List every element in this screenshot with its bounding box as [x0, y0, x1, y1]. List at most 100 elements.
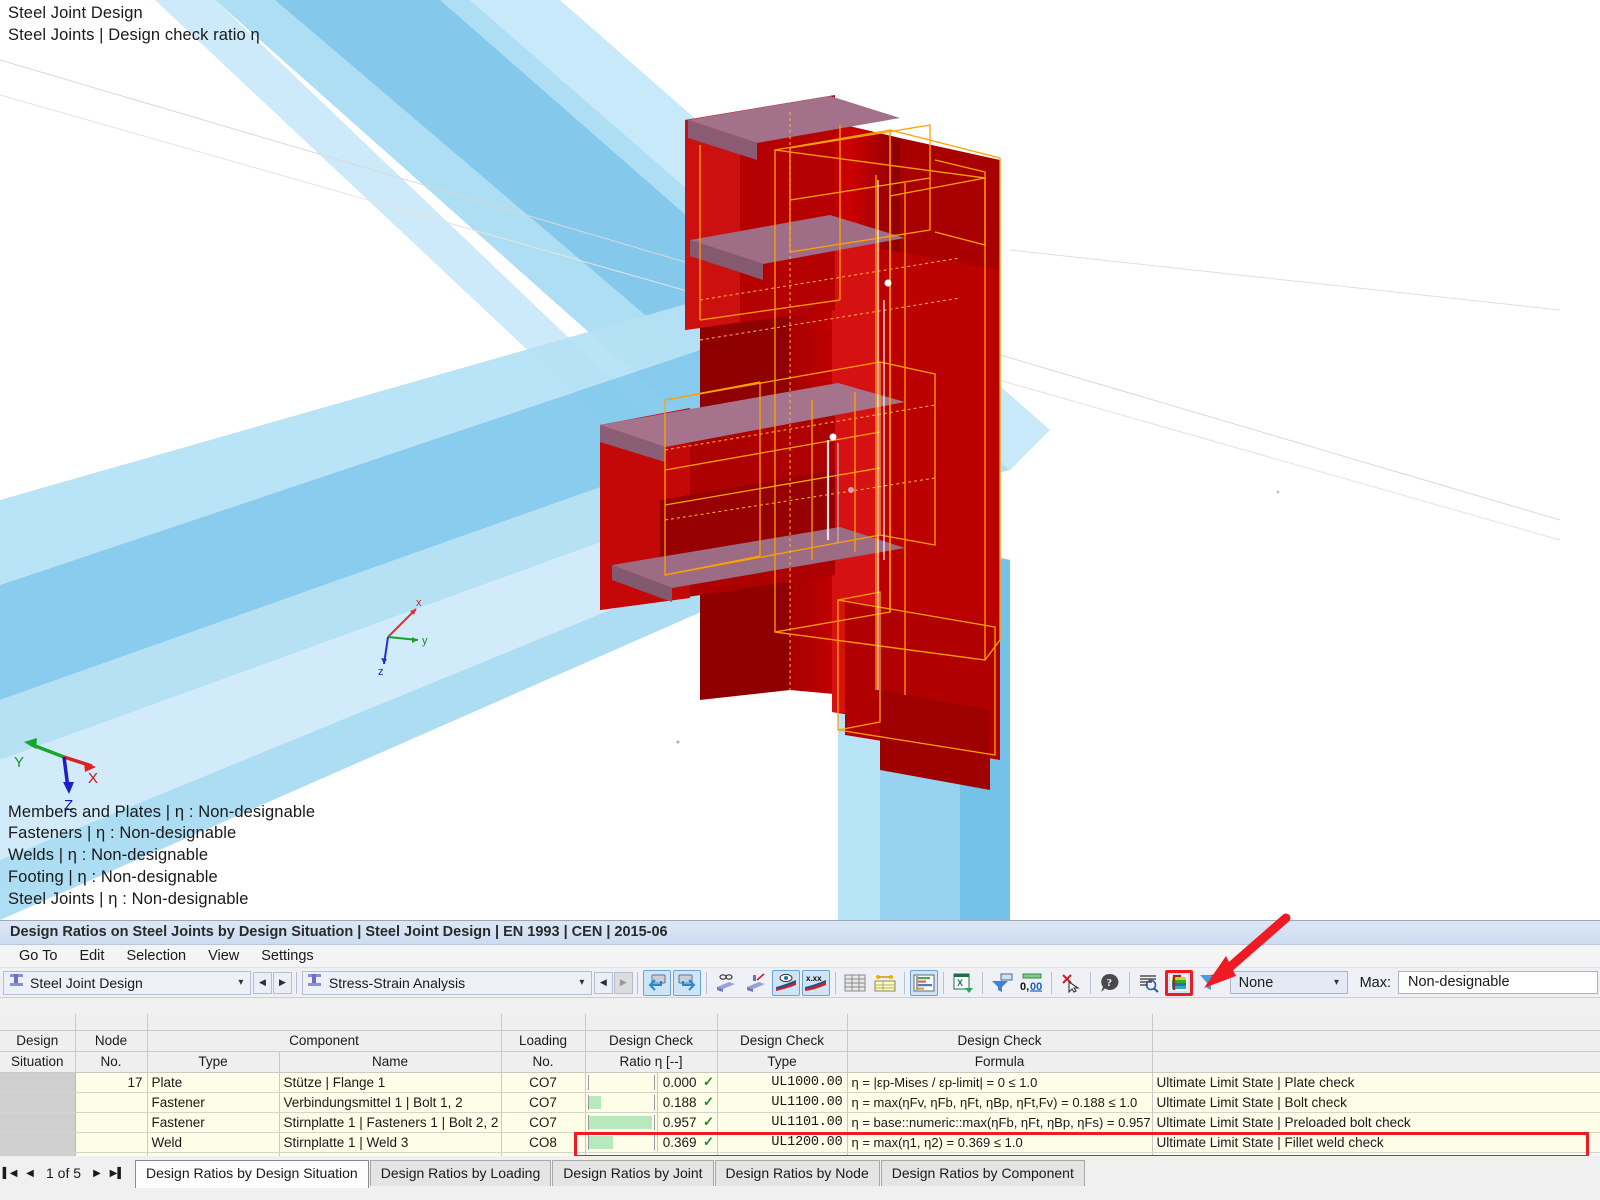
cell-component-name[interactable]: Stirnplatte 1 | Fasteners 1 | Bolt 2, 2 [279, 1112, 502, 1133]
table-row[interactable]: Weld Stirnplatte 1 | Weld 3 CO8 0.369 ✓ UL120… [0, 1132, 1600, 1153]
col-loading-sub[interactable]: No. [501, 1051, 586, 1073]
cell-component-name[interactable]: Stütze | Flange 1 [279, 1072, 502, 1093]
menu-settings[interactable]: Settings [250, 946, 324, 966]
svg-text:X: X [88, 770, 98, 787]
show-member-results-button[interactable] [712, 970, 740, 996]
cell-design-check-description[interactable]: Ultimate Limit State | Fillet weld check [1152, 1132, 1600, 1153]
col-description-top[interactable] [1152, 1030, 1600, 1052]
col-component-name-sub[interactable]: Name [279, 1051, 502, 1073]
chevron-down-icon[interactable]: ▾ [1327, 977, 1347, 988]
ratio-bar [586, 1092, 658, 1111]
cell-design-check-description[interactable]: Ultimate Limit State | Plate check [1152, 1072, 1600, 1093]
show-result-diagram-button[interactable] [771, 969, 800, 996]
design-module-combo[interactable]: Steel Joint Design ▾ [3, 970, 251, 995]
model-viewport[interactable]: x y z X Y Z Steel Joint Design Steel Joi… [0, 0, 1600, 920]
cell-design-check-formula[interactable]: η = |εp-Mises / εp-limit| = 0 ≤ 1.0 [847, 1072, 1153, 1093]
cell-component-name[interactable]: Verbindungsmittel 1 | Bolt 1, 2 [279, 1092, 502, 1113]
col-description-sub[interactable] [1152, 1051, 1600, 1073]
cell-node-no[interactable]: 17 [75, 1072, 148, 1093]
menu-selection[interactable]: Selection [115, 946, 197, 966]
cell-loading-no[interactable]: CO7 [501, 1112, 586, 1133]
table-row[interactable]: Fastener Verbindungsmittel 1 | Bolt 1, 2C… [0, 1092, 1600, 1113]
col-design-situation-sub[interactable]: Situation [0, 1051, 76, 1073]
cell-design-check-type[interactable]: UL1000.00 [717, 1072, 848, 1093]
col-formula-sub[interactable]: Formula [847, 1051, 1153, 1073]
cell-design-check-formula[interactable]: η = max(ηFv, ηFb, ηFt, ηBp, ηFt,Fv) = 0.… [847, 1092, 1153, 1113]
cell-component-type[interactable]: Plate [147, 1072, 280, 1093]
table-row[interactable]: Fastener Stirnplatte 1 | Fasteners 1 | Bo… [0, 1112, 1600, 1133]
show-detail-table-button[interactable] [871, 970, 899, 996]
display-filter-select[interactable]: None ▾ [1229, 971, 1348, 994]
color-scale-button[interactable] [1164, 969, 1193, 996]
filter-button[interactable] [988, 970, 1016, 996]
cell-node-no[interactable] [75, 1132, 148, 1153]
first-page-button[interactable]: ▌◀ [0, 1163, 20, 1183]
cell-component-type[interactable]: Fastener [147, 1112, 280, 1133]
find-button[interactable] [1135, 970, 1163, 996]
col-formula-top[interactable]: Design Check [847, 1030, 1153, 1052]
cell-loading-no[interactable]: CO7 [501, 1092, 586, 1113]
previous-view-button[interactable] [642, 969, 671, 996]
cell-design-ratio[interactable]: 0.957 ✓ [585, 1112, 718, 1133]
analysis-type-prev-button[interactable]: ◀ [593, 971, 613, 994]
show-result-chart-button[interactable] [909, 969, 938, 996]
export-excel-button[interactable]: X [949, 970, 977, 996]
cell-design-check-formula[interactable]: η = max(η1, η2) = 0.369 ≤ 1.0 [847, 1132, 1153, 1153]
next-page-button[interactable]: ▶ [87, 1163, 107, 1183]
max-value-field: Non-designable [1397, 971, 1598, 994]
menu-edit[interactable]: Edit [68, 946, 115, 966]
chevron-down-icon[interactable]: ▾ [573, 977, 591, 988]
cell-component-type[interactable]: Weld [147, 1132, 280, 1153]
results-table-container[interactable]: Design Node Component Loading Design Che… [0, 1014, 1600, 1156]
cell-design-check-description[interactable]: Ultimate Limit State | Preloaded bolt ch… [1152, 1112, 1600, 1133]
analysis-type-combo[interactable]: Stress-Strain Analysis ▾ [301, 970, 592, 995]
cell-design-ratio[interactable]: 0.188 ✓ [585, 1092, 718, 1113]
cell-design-check-type[interactable]: UL1101.00 [717, 1112, 848, 1133]
col-ratio-top[interactable]: Design Check [585, 1030, 718, 1052]
tab-design-ratios-by-node[interactable]: Design Ratios by Node [714, 1160, 880, 1186]
col-component-type-sub[interactable]: Type [147, 1051, 280, 1073]
design-module-next-button[interactable]: ▶ [272, 971, 292, 994]
col-spacer-3 [501, 1014, 586, 1031]
col-loading-top[interactable]: Loading [501, 1030, 586, 1052]
tab-design-ratios-by-design-situation[interactable]: Design Ratios by Design Situation [135, 1160, 369, 1188]
table-row[interactable]: 17 Plate Stütze | Flange 1 CO7 0.000 ✓ UL1000.… [0, 1072, 1600, 1093]
col-node-sub[interactable]: No. [75, 1051, 148, 1073]
svg-text:?: ? [1106, 977, 1112, 989]
cell-design-check-description[interactable]: Ultimate Limit State | Bolt check [1152, 1092, 1600, 1113]
cell-design-check-formula[interactable]: η = base::numeric::max(ηFb, ηFt, ηBp, ηF… [847, 1112, 1153, 1133]
show-joint-results-button[interactable] [742, 970, 770, 996]
chevron-down-icon[interactable]: ▾ [232, 977, 250, 988]
menu-go-to[interactable]: Go To [8, 946, 68, 966]
col-checktype-top[interactable]: Design Check [717, 1030, 848, 1052]
cell-node-no[interactable] [75, 1112, 148, 1133]
show-table-button[interactable] [841, 970, 869, 996]
col-checktype-sub[interactable]: Type [717, 1051, 848, 1073]
tab-design-ratios-by-component[interactable]: Design Ratios by Component [880, 1160, 1085, 1186]
analysis-type-next-button[interactable]: ▶ [613, 971, 633, 994]
tab-design-ratios-by-joint[interactable]: Design Ratios by Joint [552, 1160, 714, 1186]
cell-design-check-type[interactable]: UL1100.00 [717, 1092, 848, 1113]
cell-node-no[interactable] [75, 1092, 148, 1113]
show-result-values-button[interactable]: x.xx [801, 969, 830, 996]
cell-design-ratio[interactable]: 0.369 ✓ [585, 1132, 718, 1153]
cell-loading-no[interactable]: CO8 [501, 1132, 586, 1153]
design-module-prev-button[interactable]: ◀ [252, 971, 272, 994]
decimal-places-button[interactable]: 0, 00 [1018, 970, 1046, 996]
col-node-top[interactable]: Node [75, 1030, 148, 1052]
cell-component-name[interactable]: Stirnplatte 1 | Weld 3 [279, 1132, 502, 1153]
tab-design-ratios-by-loading[interactable]: Design Ratios by Loading [369, 1160, 552, 1186]
cell-design-ratio[interactable]: 0.000 ✓ [585, 1072, 718, 1093]
col-ratio-sub[interactable]: Ratio η [--] [585, 1051, 718, 1073]
col-design-situation-top[interactable]: Design [0, 1030, 76, 1052]
cell-loading-no[interactable]: CO7 [501, 1072, 586, 1093]
help-button[interactable]: ? [1096, 970, 1124, 996]
cell-design-check-type[interactable]: UL1200.00 [717, 1132, 848, 1153]
menu-view[interactable]: View [197, 946, 250, 966]
cell-component-type[interactable]: Fastener [147, 1092, 280, 1113]
last-page-button[interactable]: ▶▌ [107, 1163, 127, 1183]
delete-results-button[interactable] [1057, 970, 1085, 996]
prev-page-button[interactable]: ◀ [20, 1163, 40, 1183]
next-view-button[interactable] [672, 969, 701, 996]
result-filter-button[interactable] [1195, 970, 1223, 996]
